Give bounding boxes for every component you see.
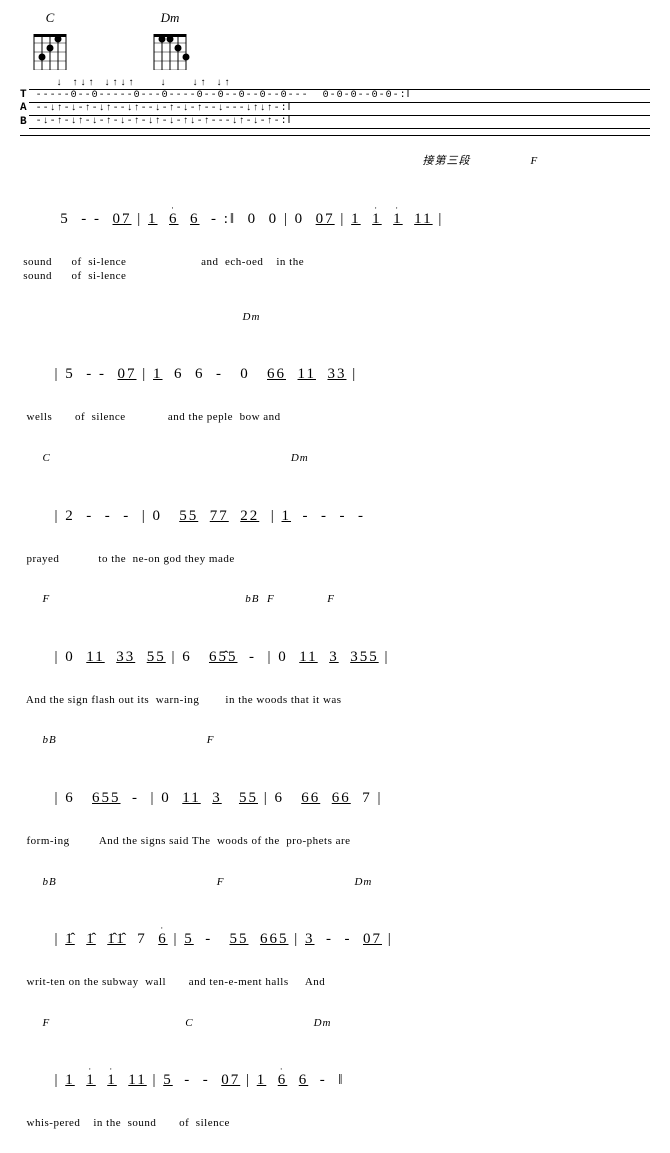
music-row-3: CDm | 2 - - - | 0 55 77 22 | 1 - - - - p…	[20, 437, 650, 566]
chord-row-7: FCDm	[20, 1001, 650, 1044]
music-row-1: 接第三段F 5 - - 07 | 1 6· 6 - :‖ 0 0 | 0 07 …	[20, 140, 650, 283]
strum-arrows: ↓ ↑↓↑ ↓↑↓↑ ↓ ↓↑ ↓↑	[40, 79, 650, 89]
music-row-4: FbB F F | 0 11 33 55 | 6 65̂5 - | 0 11 3…	[20, 578, 650, 707]
lyrics-row-7: whis-pered in the sound of silence	[20, 1116, 650, 1130]
notes-row-6: | 1̂ 1̂ 1̂1̂ 7 6· | 5 - 55 665 | 3 - - 0…	[20, 903, 650, 975]
tab-b: B	[20, 116, 27, 129]
chord-dm-label: Dm	[161, 10, 180, 26]
notes-row-2: | 5 - - 07 | 1 6 6 - 0 66 11 33 |	[20, 338, 650, 410]
chord-dm-grid	[150, 28, 190, 70]
lyrics-row-6: writ-ten on the subway wall and ten-e-me…	[20, 975, 650, 989]
chord-row-5: bBF	[20, 719, 650, 762]
chord-row-2: Dm	[20, 295, 650, 338]
lyrics-row-1a: sound of si-lence and ech-oed in the	[20, 255, 650, 269]
chord-row-4: FbB F F	[20, 578, 650, 621]
chord-c-grid	[30, 28, 70, 70]
music-row-5: bBF | 6 655 - | 0 11 3 55 | 6 66 66 7 | …	[20, 719, 650, 848]
chord-f-label: 接第三段	[423, 154, 471, 168]
music-row-7: FCDm | 1 1· 1· 11 | 5 - - 07 | 1 6· 6 - …	[20, 1001, 650, 1130]
notes-row-3: | 2 - - - | 0 55 77 22 | 1 - - - -	[20, 480, 650, 552]
notes-row-7: | 1 1· 1· 11 | 5 - - 07 | 1 6· 6 - ‖	[20, 1044, 650, 1116]
chord-c-label: C	[46, 10, 55, 26]
tab-a: A	[20, 102, 27, 115]
chord-row-1: 接第三段F	[20, 140, 650, 183]
chord-dm-diagram: Dm	[150, 10, 190, 75]
lyrics-row-5: form-ing And the signs said The woods of…	[20, 834, 650, 848]
tab-line-b: -↓-↑-↓↑-↓-↑-↓-↑-↓↑-↓-↑↓-↑---↓↑-↓-↑-:‖	[29, 116, 650, 129]
tab-letters: T A B	[20, 89, 27, 129]
notes-row-5: | 6 655 - | 0 11 3 55 | 6 66 66 7 |	[20, 762, 650, 834]
section-divider-1	[20, 135, 650, 136]
tab-lines-container: -----0--0-----0---0----0--0--0--0--0--- …	[29, 89, 650, 129]
lyrics-row-1b: sound of si-lence	[20, 269, 650, 283]
tab-staff: T A B -----0--0-----0---0----0--0--0--0-…	[20, 89, 650, 129]
lyrics-row-2: wells of silence and the peple bow and	[20, 410, 650, 424]
music-row-6: bBFDm | 1̂ 1̂ 1̂1̂ 7 6· | 5 - 55 665 | 3…	[20, 860, 650, 989]
lyrics-row-3: prayed to the ne-on god they made	[20, 552, 650, 566]
chord-c-diagram: C	[30, 10, 70, 75]
tab-intro-area: ↓ ↑↓↑ ↓↑↓↑ ↓ ↓↑ ↓↑ T A B -----0--0-----0…	[20, 79, 650, 129]
chord-row-3: CDm	[20, 437, 650, 480]
notes-row-4: | 0 11 33 55 | 6 65̂5 - | 0 11 3 355 |	[20, 621, 650, 693]
notes-row-1: 5 - - 07 | 1 6· 6 - :‖ 0 0 | 0 07 | 1 1·…	[20, 183, 650, 255]
lyrics-row-4: And the sign flash out its warn-ing in t…	[20, 693, 650, 707]
sheet-music: C	[20, 10, 650, 1131]
chord-diagrams-row: C	[20, 10, 650, 75]
music-row-2: Dm | 5 - - 07 | 1 6 6 - 0 66 11 33 | wel…	[20, 295, 650, 424]
chord-row-6: bBFDm	[20, 860, 650, 903]
tab-t: T	[20, 89, 27, 102]
